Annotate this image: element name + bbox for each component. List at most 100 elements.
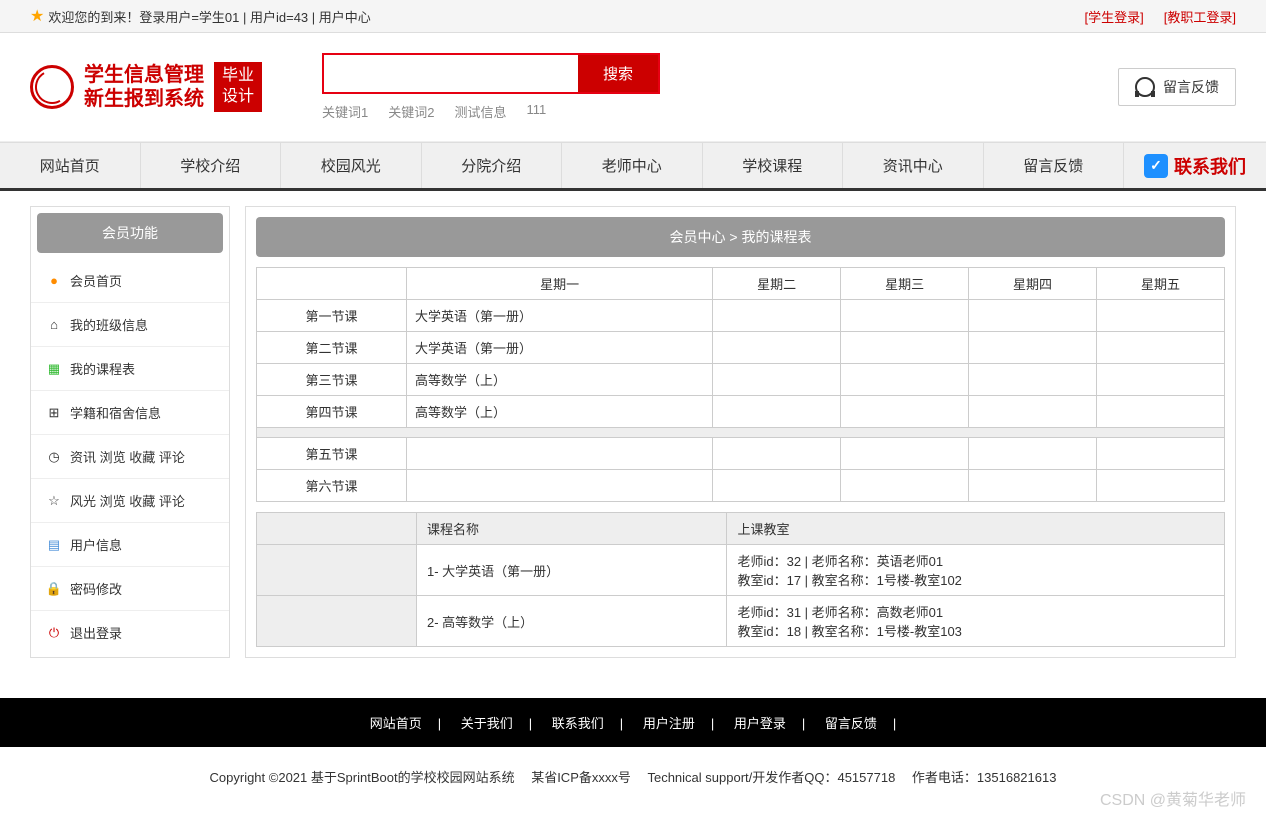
logo-badge: 毕业 设计 — [214, 62, 262, 112]
keyword-link[interactable]: 111 — [527, 102, 547, 121]
footer-link[interactable]: 网站首页 — [362, 716, 430, 731]
sidebar-icon: ◷ — [46, 449, 62, 465]
table-row: 第四节课高等数学（上） — [257, 396, 1225, 428]
sidebar-item-8[interactable]: ⏻ 退出登录 — [31, 611, 229, 654]
search-section: 搜索 关键词1 关键词2 测试信息 111 — [322, 53, 660, 121]
feedback-button[interactable]: 留言反馈 — [1118, 68, 1236, 106]
sidebar-item-label: 会员首页 — [70, 271, 122, 290]
logo-text: 学生信息管理 新生报到系统 — [84, 63, 204, 111]
sidebar-item-1[interactable]: ⌂我的班级信息 — [31, 303, 229, 347]
nav-feedback[interactable]: 留言反馈 — [984, 143, 1125, 188]
course-name-header: 课程名称 — [417, 513, 727, 545]
th-fri: 星期五 — [1097, 268, 1225, 300]
indent-cell — [257, 513, 417, 545]
period-name: 第二节课 — [257, 332, 407, 364]
sidebar-item-4[interactable]: ◷ 资讯 浏览 收藏 评论 — [31, 435, 229, 479]
th-tue: 星期二 — [713, 268, 841, 300]
sidebar-icon: ▤ — [46, 537, 62, 553]
nav-contact[interactable]: ✓ 联系我们 — [1124, 143, 1266, 188]
cell-mon: 高等数学（上） — [407, 364, 713, 396]
course-name-cell: 2- 高等数学（上） — [417, 596, 727, 647]
cell-mon: 大学英语（第一册） — [407, 300, 713, 332]
th-mon: 星期一 — [407, 268, 713, 300]
th-empty — [257, 268, 407, 300]
table-row: 第三节课高等数学（上） — [257, 364, 1225, 396]
logo-icon — [30, 65, 74, 109]
footer-link[interactable]: 留言反馈 — [817, 716, 885, 731]
sidebar-item-label: 风光 浏览 收藏 评论 — [70, 491, 185, 510]
nav-school-intro[interactable]: 学校介绍 — [141, 143, 282, 188]
sidebar-item-label: 学籍和宿舍信息 — [70, 403, 161, 422]
sidebar-item-7[interactable]: 🔒密码修改 — [31, 567, 229, 611]
staff-login-link[interactable]: [教职工登录] — [1164, 7, 1236, 26]
logo-section: 学生信息管理 新生报到系统 毕业 设计 — [30, 62, 262, 112]
table-row: 第五节课 — [257, 438, 1225, 470]
course-info-table: 课程名称 上课教室 1- 大学英语（第一册）老师id：32 | 老师名称：英语老… — [256, 512, 1225, 647]
sidebar-item-label: 用户信息 — [70, 535, 122, 554]
course-row: 2- 高等数学（上）老师id：31 | 老师名称：高数老师01教室id：18 |… — [257, 596, 1225, 647]
top-bar-welcome: ★ 欢迎您的到来！登录用户=学生01 | 用户id=43 | 用户中心 — [30, 6, 371, 26]
nav-news-center[interactable]: 资讯中心 — [843, 143, 984, 188]
nav-teacher-center[interactable]: 老师中心 — [562, 143, 703, 188]
course-detail-cell: 老师id：31 | 老师名称：高数老师01教室id：18 | 教室名称：1号楼-… — [727, 596, 1225, 647]
watermark: CSDN @黄菊华老师 — [1100, 786, 1246, 810]
period-name: 第五节课 — [257, 438, 407, 470]
content-area: 会员中心 > 我的课程表 星期一 星期二 星期三 星期四 星期五 第一节课大学英… — [245, 206, 1236, 658]
logo-line-2: 新生报到系统 — [84, 87, 204, 111]
period-name: 第四节课 — [257, 396, 407, 428]
footer-nav: 网站首页| 关于我们| 联系我们| 用户注册| 用户登录| 留言反馈| — [0, 698, 1266, 747]
sidebar-icon: ● — [46, 273, 62, 289]
keyword-link[interactable]: 测试信息 — [454, 102, 506, 121]
table-row: 第六节课 — [257, 470, 1225, 502]
sidebar-icon: ⊞ — [46, 405, 62, 421]
course-detail-cell: 老师id：32 | 老师名称：英语老师01教室id：17 | 教室名称：1号楼-… — [727, 545, 1225, 596]
table-row: 第二节课大学英语（第一册） — [257, 332, 1225, 364]
sidebar-icon: ⏻ — [46, 625, 62, 641]
nav-campus-scenery[interactable]: 校园风光 — [281, 143, 422, 188]
nav-home[interactable]: 网站首页 — [0, 143, 141, 188]
table-row: 第一节课大学英语（第一册） — [257, 300, 1225, 332]
footer-link[interactable]: 联系我们 — [544, 716, 612, 731]
footer-link[interactable]: 用户登录 — [726, 716, 794, 731]
header: 学生信息管理 新生报到系统 毕业 设计 搜索 关键词1 关键词2 测试信息 11… — [0, 33, 1266, 142]
nav-bar: 网站首页 学校介绍 校园风光 分院介绍 老师中心 学校课程 资讯中心 留言反馈 … — [0, 142, 1266, 191]
sidebar-item-0[interactable]: ● 会员首页 — [31, 259, 229, 303]
search-input[interactable] — [324, 55, 578, 92]
sidebar-item-6[interactable]: ▤ 用户信息 — [31, 523, 229, 567]
logo-line-1: 学生信息管理 — [84, 63, 204, 87]
top-bar-links: [学生登录] [教职工登录] — [1085, 7, 1236, 26]
sidebar-item-3[interactable]: ⊞ 学籍和宿舍信息 — [31, 391, 229, 435]
period-name: 第三节课 — [257, 364, 407, 396]
badge-line-1: 毕业 — [222, 66, 254, 87]
sidebar-item-2[interactable]: ▦ 我的课程表 — [31, 347, 229, 391]
copyright: Copyright ©2021 基于SprintBoot的学校校园网站系统 某省… — [0, 747, 1266, 806]
nav-branch-intro[interactable]: 分院介绍 — [422, 143, 563, 188]
nav-school-courses[interactable]: 学校课程 — [703, 143, 844, 188]
keyword-link[interactable]: 关键词1 — [322, 102, 368, 121]
content-breadcrumb: 会员中心 > 我的课程表 — [256, 217, 1225, 257]
star-icon: ★ — [30, 6, 44, 26]
sidebar-item-label: 我的课程表 — [70, 359, 135, 378]
course-room-header: 上课教室 — [727, 513, 1225, 545]
sidebar-header: 会员功能 — [37, 213, 223, 253]
welcome-text: 欢迎您的到来！登录用户=学生01 | 用户id=43 | 用户中心 — [48, 7, 370, 26]
student-login-link[interactable]: [学生登录] — [1085, 7, 1144, 26]
sidebar-item-label: 资讯 浏览 收藏 评论 — [70, 447, 185, 466]
footer-link[interactable]: 用户注册 — [635, 716, 703, 731]
check-icon: ✓ — [1144, 154, 1168, 178]
sidebar-item-5[interactable]: ☆风光 浏览 收藏 评论 — [31, 479, 229, 523]
footer-link[interactable]: 关于我们 — [453, 716, 521, 731]
top-bar: ★ 欢迎您的到来！登录用户=学生01 | 用户id=43 | 用户中心 [学生登… — [0, 0, 1266, 33]
search-button[interactable]: 搜索 — [578, 55, 658, 92]
sidebar-item-label: 密码修改 — [70, 579, 122, 598]
course-row: 1- 大学英语（第一册）老师id：32 | 老师名称：英语老师01教室id：17… — [257, 545, 1225, 596]
keyword-link[interactable]: 关键词2 — [388, 102, 434, 121]
sidebar-item-label: 退出登录 — [70, 623, 122, 642]
cell-mon: 大学英语（第一册） — [407, 332, 713, 364]
search-box: 搜索 — [322, 53, 660, 94]
cell-mon: 高等数学（上） — [407, 396, 713, 428]
feedback-label: 留言反馈 — [1163, 77, 1219, 97]
schedule-table: 星期一 星期二 星期三 星期四 星期五 第一节课大学英语（第一册）第二节课大学英… — [256, 267, 1225, 502]
main-content: 会员功能 ● 会员首页 ⌂我的班级信息 ▦ 我的课程表 ⊞ 学籍和宿舍信息 ◷ 资讯 浏览 收藏… — [0, 191, 1266, 673]
sidebar-icon: ▦ — [46, 361, 62, 377]
